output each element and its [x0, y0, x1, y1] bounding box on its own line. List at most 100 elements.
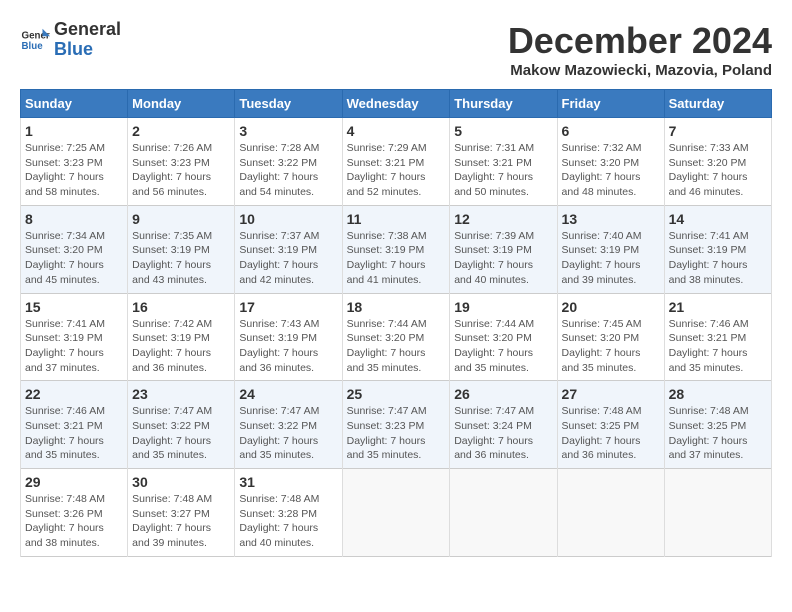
day-number: 24 [239, 386, 337, 402]
svg-text:Blue: Blue [22, 41, 44, 52]
day-info: Sunrise: 7:42 AMSunset: 3:19 PMDaylight:… [132, 317, 230, 376]
day-info: Sunrise: 7:47 AMSunset: 3:23 PMDaylight:… [347, 404, 446, 463]
day-info: Sunrise: 7:44 AMSunset: 3:20 PMDaylight:… [347, 317, 446, 376]
header: General Blue General Blue December 2024 … [20, 20, 772, 79]
calendar-cell: 3 Sunrise: 7:28 AMSunset: 3:22 PMDaylight… [235, 118, 342, 206]
calendar-cell: 30 Sunrise: 7:48 AMSunset: 3:27 PMDayligh… [128, 469, 235, 557]
day-number: 6 [562, 123, 660, 139]
day-info: Sunrise: 7:29 AMSunset: 3:21 PMDaylight:… [347, 141, 446, 200]
day-info: Sunrise: 7:34 AMSunset: 3:20 PMDaylight:… [25, 229, 123, 288]
day-number: 1 [25, 123, 123, 139]
day-number: 13 [562, 211, 660, 227]
header-wednesday: Wednesday [342, 90, 450, 118]
day-number: 5 [454, 123, 552, 139]
day-info: Sunrise: 7:47 AMSunset: 3:22 PMDaylight:… [239, 404, 337, 463]
day-number: 22 [25, 386, 123, 402]
calendar-cell: 23Sunrise: 7:47 AMSunset: 3:22 PMDayligh… [128, 381, 235, 469]
header-tuesday: Tuesday [235, 90, 342, 118]
calendar-cell: 13 Sunrise: 7:40 AMSunset: 3:19 PMDayligh… [557, 205, 664, 293]
day-number: 27 [562, 386, 660, 402]
calendar-cell: 19 Sunrise: 7:44 AMSunset: 3:20 PMDayligh… [450, 293, 557, 381]
day-number: 23 [132, 386, 230, 402]
calendar-cell [557, 469, 664, 557]
day-number: 28 [669, 386, 767, 402]
calendar-cell: 21 Sunrise: 7:46 AMSunset: 3:21 PMDayligh… [664, 293, 771, 381]
day-info: Sunrise: 7:26 AMSunset: 3:23 PMDaylight:… [132, 141, 230, 200]
day-info: Sunrise: 7:48 AMSunset: 3:27 PMDaylight:… [132, 492, 230, 551]
day-info: Sunrise: 7:40 AMSunset: 3:19 PMDaylight:… [562, 229, 660, 288]
calendar-cell: 11 Sunrise: 7:38 AMSunset: 3:19 PMDayligh… [342, 205, 450, 293]
day-number: 30 [132, 474, 230, 490]
calendar-cell: 31Sunrise: 7:48 AMSunset: 3:28 PMDayligh… [235, 469, 342, 557]
logo-text: General Blue [54, 20, 121, 60]
title-block: December 2024 Makow Mazowiecki, Mazovia,… [508, 20, 772, 79]
logo: General Blue General Blue [20, 20, 121, 60]
calendar-cell: 15 Sunrise: 7:41 AMSunset: 3:19 PMDayligh… [21, 293, 128, 381]
calendar-body: 1 Sunrise: 7:25 AMSunset: 3:23 PMDaylight… [21, 118, 772, 557]
day-info: Sunrise: 7:28 AMSunset: 3:22 PMDaylight:… [239, 141, 337, 200]
day-number: 29 [25, 474, 123, 490]
day-number: 14 [669, 211, 767, 227]
calendar-table: SundayMondayTuesdayWednesdayThursdayFrid… [20, 89, 772, 557]
day-number: 9 [132, 211, 230, 227]
month-title: December 2024 [508, 20, 772, 62]
day-number: 15 [25, 299, 123, 315]
calendar-cell: 26 Sunrise: 7:47 AMSunset: 3:24 PMDayligh… [450, 381, 557, 469]
calendar-cell: 24 Sunrise: 7:47 AMSunset: 3:22 PMDayligh… [235, 381, 342, 469]
logo-blue: Blue [54, 39, 93, 59]
day-number: 12 [454, 211, 552, 227]
day-info: Sunrise: 7:45 AMSunset: 3:20 PMDaylight:… [562, 317, 660, 376]
day-info: Sunrise: 7:31 AMSunset: 3:21 PMDaylight:… [454, 141, 552, 200]
calendar-cell: 7 Sunrise: 7:33 AMSunset: 3:20 PMDaylight… [664, 118, 771, 206]
day-number: 10 [239, 211, 337, 227]
calendar-cell [450, 469, 557, 557]
header-monday: Monday [128, 90, 235, 118]
calendar-cell: 20Sunrise: 7:45 AMSunset: 3:20 PMDayligh… [557, 293, 664, 381]
calendar-cell: 8Sunrise: 7:34 AMSunset: 3:20 PMDaylight… [21, 205, 128, 293]
day-number: 18 [347, 299, 446, 315]
day-info: Sunrise: 7:37 AMSunset: 3:19 PMDaylight:… [239, 229, 337, 288]
header-thursday: Thursday [450, 90, 557, 118]
day-number: 4 [347, 123, 446, 139]
calendar-cell: 27 Sunrise: 7:48 AMSunset: 3:25 PMDayligh… [557, 381, 664, 469]
day-number: 17 [239, 299, 337, 315]
day-number: 19 [454, 299, 552, 315]
day-info: Sunrise: 7:38 AMSunset: 3:19 PMDaylight:… [347, 229, 446, 288]
calendar-cell: 5 Sunrise: 7:31 AMSunset: 3:21 PMDaylight… [450, 118, 557, 206]
day-number: 3 [239, 123, 337, 139]
day-info: Sunrise: 7:43 AMSunset: 3:19 PMDaylight:… [239, 317, 337, 376]
day-number: 26 [454, 386, 552, 402]
day-number: 21 [669, 299, 767, 315]
location-title: Makow Mazowiecki, Mazovia, Poland [508, 62, 772, 79]
calendar-cell: 2Sunrise: 7:26 AMSunset: 3:23 PMDaylight… [128, 118, 235, 206]
day-info: Sunrise: 7:41 AMSunset: 3:19 PMDaylight:… [669, 229, 767, 288]
logo-general: General [54, 19, 121, 39]
day-info: Sunrise: 7:46 AMSunset: 3:21 PMDaylight:… [25, 404, 123, 463]
week-row-1: 1 Sunrise: 7:25 AMSunset: 3:23 PMDaylight… [21, 118, 772, 206]
header-saturday: Saturday [664, 90, 771, 118]
calendar-cell: 29Sunrise: 7:48 AMSunset: 3:26 PMDayligh… [21, 469, 128, 557]
day-info: Sunrise: 7:32 AMSunset: 3:20 PMDaylight:… [562, 141, 660, 200]
calendar-cell: 4 Sunrise: 7:29 AMSunset: 3:21 PMDaylight… [342, 118, 450, 206]
calendar-cell: 14 Sunrise: 7:41 AMSunset: 3:19 PMDayligh… [664, 205, 771, 293]
day-info: Sunrise: 7:33 AMSunset: 3:20 PMDaylight:… [669, 141, 767, 200]
day-number: 7 [669, 123, 767, 139]
day-number: 11 [347, 211, 446, 227]
day-info: Sunrise: 7:48 AMSunset: 3:25 PMDaylight:… [562, 404, 660, 463]
day-info: Sunrise: 7:47 AMSunset: 3:24 PMDaylight:… [454, 404, 552, 463]
calendar-cell: 18 Sunrise: 7:44 AMSunset: 3:20 PMDayligh… [342, 293, 450, 381]
calendar-cell: 10 Sunrise: 7:37 AMSunset: 3:19 PMDayligh… [235, 205, 342, 293]
day-info: Sunrise: 7:48 AMSunset: 3:25 PMDaylight:… [669, 404, 767, 463]
day-info: Sunrise: 7:46 AMSunset: 3:21 PMDaylight:… [669, 317, 767, 376]
calendar-cell [342, 469, 450, 557]
day-number: 25 [347, 386, 446, 402]
day-info: Sunrise: 7:44 AMSunset: 3:20 PMDaylight:… [454, 317, 552, 376]
day-info: Sunrise: 7:41 AMSunset: 3:19 PMDaylight:… [25, 317, 123, 376]
day-number: 31 [239, 474, 337, 490]
calendar-cell: 16 Sunrise: 7:42 AMSunset: 3:19 PMDayligh… [128, 293, 235, 381]
day-info: Sunrise: 7:25 AMSunset: 3:23 PMDaylight:… [25, 141, 123, 200]
week-row-2: 8Sunrise: 7:34 AMSunset: 3:20 PMDaylight… [21, 205, 772, 293]
calendar-cell: 17 Sunrise: 7:43 AMSunset: 3:19 PMDayligh… [235, 293, 342, 381]
day-number: 16 [132, 299, 230, 315]
header-friday: Friday [557, 90, 664, 118]
